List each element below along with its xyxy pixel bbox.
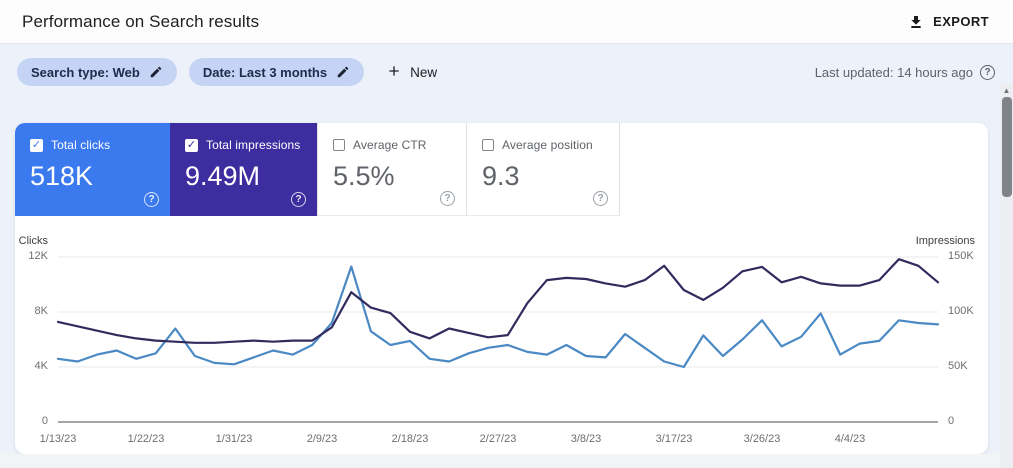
metric-value: 518K: [30, 161, 94, 191]
checkbox-unchecked-icon[interactable]: [482, 139, 494, 151]
x-axis-tick-label: 4/4/23: [834, 433, 866, 445]
new-label: New: [410, 64, 438, 80]
help-icon[interactable]: ?: [593, 191, 608, 206]
metric-card-total-clicks[interactable]: ✓ Total clicks 518K ?: [15, 123, 170, 216]
help-icon[interactable]: ?: [440, 191, 455, 206]
left-axis-tick-label: 0: [41, 415, 48, 427]
x-axis-tick-label: 3/8/23: [570, 433, 602, 445]
metric-label: Average position: [502, 138, 593, 152]
metric-label: Average CTR: [353, 138, 427, 152]
export-label: EXPORT: [933, 14, 989, 29]
help-icon[interactable]: ?: [144, 192, 159, 207]
scrollbar[interactable]: ▲: [1000, 84, 1013, 468]
x-axis-tick-label: 2/18/23: [391, 433, 429, 445]
left-axis-tick-label: 4K: [34, 360, 48, 372]
x-axis-tick-label: 1/13/23: [39, 433, 77, 445]
left-axis-title: Clicks: [18, 235, 48, 247]
x-axis-tick-label: 2/9/23: [306, 433, 338, 445]
right-axis-tick-label: 100K: [948, 305, 974, 317]
right-axis-title: Impressions: [915, 235, 975, 247]
metric-value: 9.3: [482, 161, 520, 191]
new-filter-button[interactable]: New: [386, 63, 437, 82]
right-axis-tick-label: 50K: [948, 360, 968, 372]
filter-chip-search-type[interactable]: Search type: Web: [17, 58, 177, 86]
help-icon[interactable]: ?: [980, 64, 995, 80]
gsc-performance-page: { "header": { "title": "Performance on S…: [0, 0, 1013, 468]
right-axis-tick-label: 150K: [948, 250, 974, 262]
page-title: Performance on Search results: [22, 11, 260, 31]
scroll-up-arrow-icon[interactable]: ▲: [1000, 84, 1013, 97]
checkbox-checked-icon[interactable]: ✓: [30, 138, 43, 152]
pencil-icon: [149, 65, 163, 79]
metric-card-total-impressions[interactable]: ✓ Total impressions 9.49M ?: [170, 123, 317, 216]
x-axis-tick-label: 1/31/23: [215, 433, 253, 445]
last-updated: Last updated: 14 hours ago ?: [814, 64, 995, 80]
x-axis-tick-label: 1/22/23: [127, 433, 165, 445]
metric-value: 5.5%: [333, 161, 395, 191]
checkbox-unchecked-icon[interactable]: [333, 139, 345, 151]
x-axis-tick-label: 2/27/23: [479, 433, 517, 445]
metric-card-average-position[interactable]: Average position 9.3 ?: [467, 123, 620, 216]
filter-chip-date[interactable]: Date: Last 3 months: [188, 58, 365, 86]
left-axis-tick-label: 12K: [28, 250, 48, 262]
pencil-icon: [336, 65, 350, 79]
last-updated-text: Last updated: 14 hours ago: [814, 64, 973, 80]
x-axis-tick-label: 3/17/23: [655, 433, 693, 445]
filter-row: Search type: Web Date: Last 3 months New…: [17, 58, 995, 86]
chip-label: Search type: Web: [31, 64, 140, 80]
chip-label: Date: Last 3 months: [202, 64, 328, 80]
series-line-total-clicks: [56, 265, 940, 369]
metric-cards-row: ✓ Total clicks 518K ? ✓ Total impression…: [15, 123, 620, 216]
metric-card-average-ctr[interactable]: Average CTR 5.5% ?: [317, 123, 467, 216]
help-icon[interactable]: ?: [291, 192, 306, 207]
performance-card: 12K 150K 8K 100K 4K 50K 0 0 Clicks Impressions 1/1…: [15, 123, 988, 454]
scrollbar-thumb[interactable]: [1001, 97, 1012, 197]
x-axis-tick-label: 3/26/23: [743, 433, 781, 445]
footer-strip: [0, 454, 1013, 468]
metric-value: 9.49M: [185, 161, 261, 191]
left-axis-tick-label: 8K: [34, 305, 48, 317]
metric-label: Total impressions: [206, 138, 301, 152]
plus-icon: [386, 63, 402, 82]
top-bar: Performance on Search results EXPORT: [0, 0, 1013, 44]
right-axis-tick-label: 0: [948, 415, 955, 427]
checkbox-checked-icon[interactable]: ✓: [185, 138, 198, 152]
metric-label: Total clicks: [51, 138, 111, 152]
export-button[interactable]: EXPORT: [908, 14, 989, 30]
download-icon: [908, 14, 924, 30]
